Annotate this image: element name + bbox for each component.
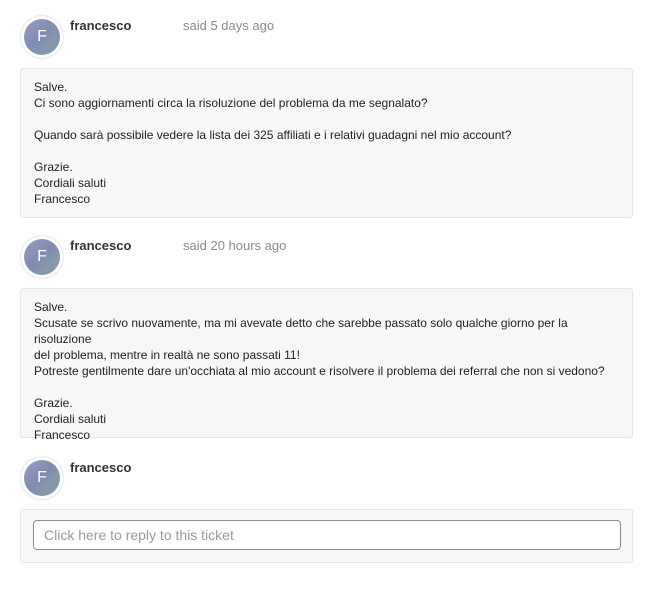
comment-line: Cordiali saluti [34, 176, 107, 190]
comment-line: Cordiali saluti [34, 412, 107, 426]
reply-author: francesco [70, 460, 132, 475]
avatar-letter: F [24, 460, 60, 496]
comment-line: Grazie. [34, 160, 73, 174]
comment-line [34, 111, 620, 127]
avatar: F [21, 16, 63, 58]
comment-author: francesco [70, 238, 132, 253]
comment-line: Potreste gentilmente dare un'occhiata al… [34, 364, 605, 378]
comment-line [34, 379, 620, 395]
comment-author: francesco [70, 18, 132, 33]
comment-line [34, 143, 620, 159]
avatar: F [21, 457, 63, 499]
comment-line: Grazie. [34, 396, 73, 410]
comment-line: del problema, mentre in realtà ne sono p… [34, 348, 300, 362]
avatar-letter: F [24, 19, 60, 55]
comment-line: Francesco [34, 428, 91, 442]
avatar-letter: F [24, 239, 60, 275]
comment-line: Salve. [34, 80, 68, 94]
avatar: F [21, 236, 63, 278]
comment-timestamp: said 5 days ago [183, 18, 275, 33]
reply-input[interactable] [33, 520, 621, 550]
comment-line: Ci sono aggiornamenti circa la risoluzio… [34, 96, 428, 110]
comment-line: Salve. [34, 300, 68, 314]
comment-timestamp: said 20 hours ago [183, 238, 287, 253]
comment-body: Salve. Scusate se scrivo nuovamente, ma … [20, 288, 633, 442]
comment-line: Quando sarà possibile vedere la lista de… [34, 128, 512, 142]
comment-body: Salve. Ci sono aggiornamenti circa la ri… [20, 68, 633, 218]
comment-line: Scusate se scrivo nuovamente, ma mi avev… [34, 316, 568, 346]
comment-line: Francesco [34, 192, 91, 206]
